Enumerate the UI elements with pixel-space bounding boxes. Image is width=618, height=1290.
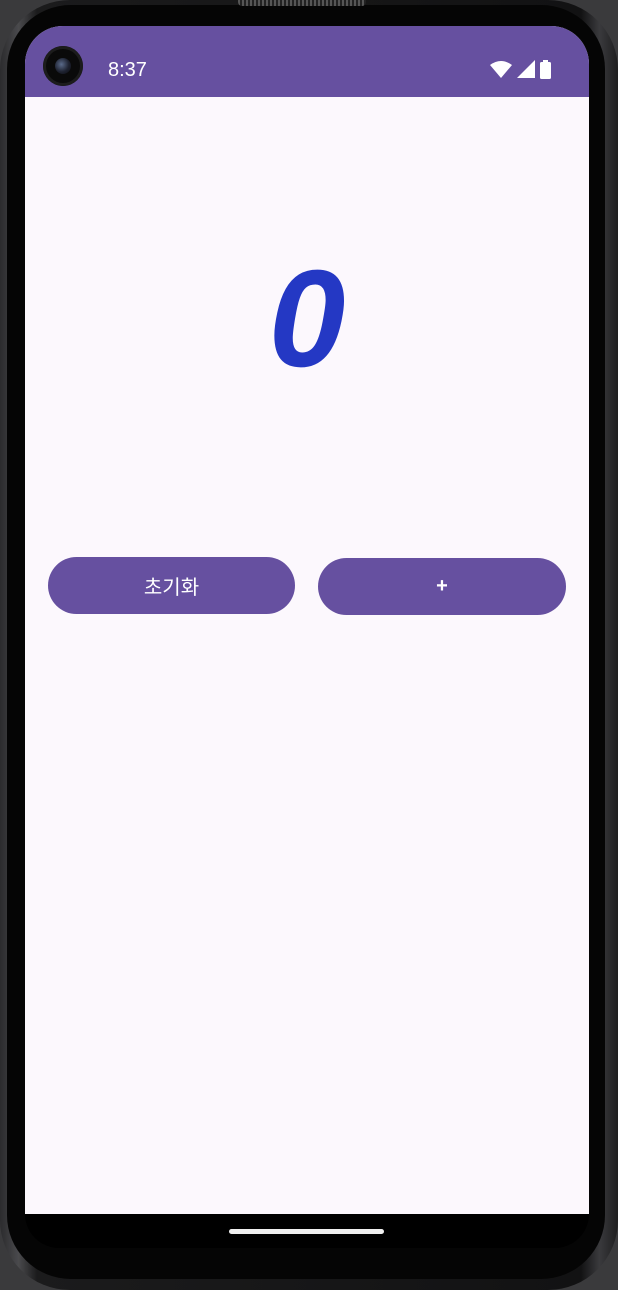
app-screen: 8:37 0 초기화 + — [25, 26, 589, 1214]
status-time: 8:37 — [108, 59, 147, 81]
main-content: 0 초기화 + — [25, 97, 589, 1214]
battery-icon — [540, 59, 551, 79]
counter-display: 0 — [268, 242, 346, 396]
cellular-signal-icon — [517, 60, 535, 78]
earpiece-speaker — [238, 0, 366, 6]
phone-frame: 8:37 0 초기화 + — [0, 0, 618, 1290]
increment-button[interactable]: + — [318, 558, 566, 615]
status-icons — [490, 59, 551, 79]
front-camera-icon — [43, 46, 83, 86]
status-bar: 8:37 — [25, 26, 589, 97]
reset-button[interactable]: 초기화 — [48, 557, 295, 614]
home-gesture-handle[interactable] — [229, 1229, 384, 1234]
wifi-icon — [490, 60, 512, 78]
